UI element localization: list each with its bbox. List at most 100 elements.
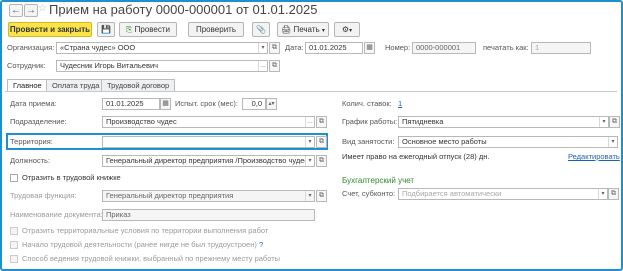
open-link-icon: ⧉ bbox=[319, 157, 324, 164]
position-field[interactable]: Генеральный директор предприятия /Произв… bbox=[102, 155, 315, 167]
ellipsis-icon[interactable]: … bbox=[258, 61, 267, 71]
open-link-icon: ⧉ bbox=[319, 118, 324, 125]
position-value: Генеральный директор предприятия /Произв… bbox=[106, 156, 311, 165]
probation-label: Испыт. срок (мес): bbox=[175, 99, 238, 108]
open-territory-button[interactable]: ⧉ bbox=[316, 136, 327, 148]
post-and-close-button[interactable]: Провести и закрыть bbox=[8, 22, 92, 37]
accounting-section-title: Бухгалтерский учет bbox=[342, 176, 415, 185]
chevron-down-icon[interactable]: ▾ bbox=[305, 137, 314, 147]
ellipsis-icon[interactable]: … bbox=[305, 117, 314, 127]
date-field[interactable]: 01.01.2025 bbox=[305, 42, 363, 54]
employee-label: Сотрудник: bbox=[7, 61, 46, 70]
schedule-value: Пятидневка bbox=[402, 117, 444, 126]
post-label: Провести bbox=[134, 25, 171, 34]
labor-function-field[interactable]: Генеральный директор предприятия ▾ bbox=[102, 190, 315, 202]
chevron-down-icon[interactable]: ▾ bbox=[258, 43, 267, 53]
calendar-icon: ▦ bbox=[162, 100, 169, 107]
organization-label: Организация: bbox=[7, 43, 55, 52]
open-link-icon: ⧉ bbox=[272, 44, 277, 51]
calendar-button[interactable]: ▦ bbox=[364, 42, 375, 54]
account-placeholder: Подбирается автоматически bbox=[402, 189, 502, 198]
department-field[interactable]: Производство чудес… bbox=[102, 116, 315, 128]
printer-icon: 🖨 bbox=[281, 25, 292, 34]
forward-arrow-icon: → bbox=[26, 5, 36, 16]
document-name-label: Наименование документа: bbox=[10, 210, 103, 219]
open-department-button[interactable]: ⧉ bbox=[316, 116, 327, 128]
print-as-label: печатать как: bbox=[483, 43, 529, 52]
territory-label: Территория: bbox=[10, 137, 53, 146]
calendar-icon: ▦ bbox=[366, 44, 373, 51]
open-link-icon: ⧉ bbox=[612, 118, 617, 125]
workbook-method-checkbox[interactable] bbox=[10, 255, 18, 263]
account-label: Счет, субконто: bbox=[342, 189, 396, 198]
save-button[interactable]: 💾 bbox=[97, 22, 115, 37]
show-in-workbook-checkbox[interactable] bbox=[10, 174, 18, 182]
back-arrow-icon: ← bbox=[11, 5, 21, 16]
schedule-field[interactable]: Пятидневка ▾ bbox=[398, 116, 609, 128]
probation-stepper[interactable]: ▴▾ bbox=[266, 98, 277, 110]
career-start-checkbox[interactable] bbox=[10, 241, 18, 249]
employee-field[interactable]: Чудесник Игорь Витальевич … bbox=[56, 60, 268, 72]
open-account-button[interactable]: ⧉ bbox=[608, 188, 619, 200]
check-button[interactable]: Проверить bbox=[188, 22, 244, 37]
account-field[interactable]: Подбирается автоматически ▾ bbox=[398, 188, 608, 200]
chevron-down-icon[interactable]: ▾ bbox=[305, 191, 314, 201]
employment-type-field[interactable]: Основное место работы ▾ bbox=[398, 136, 618, 148]
tab-panel-divider bbox=[5, 91, 617, 92]
gear-icon: ⚙ bbox=[341, 25, 350, 34]
hire-date-label: Дата приема: bbox=[10, 99, 57, 108]
open-labor-function-button[interactable]: ⧉ bbox=[316, 190, 327, 202]
more-actions-button[interactable]: ⚙▾ bbox=[334, 22, 360, 37]
number-field[interactable]: 0000-000001 bbox=[412, 42, 476, 54]
chevron-down-icon[interactable]: ▾ bbox=[598, 189, 607, 199]
paperclip-icon: 📎 bbox=[256, 25, 266, 34]
chevron-down-icon: ▾ bbox=[321, 28, 325, 34]
calendar-button[interactable]: ▦ bbox=[160, 98, 171, 110]
open-organization-button[interactable]: ⧉ bbox=[269, 42, 280, 54]
employment-type-value: Основное место работы bbox=[402, 137, 487, 146]
territory-field[interactable]: ▾ bbox=[102, 136, 315, 148]
edit-vacation-link[interactable]: Редактировать bbox=[568, 151, 620, 163]
forward-button[interactable]: → bbox=[24, 4, 38, 17]
open-link-icon: ⧉ bbox=[319, 138, 324, 145]
position-label: Должность: bbox=[10, 156, 51, 165]
rates-label: Колич. ставок: bbox=[342, 99, 392, 108]
attach-button[interactable]: 📎 bbox=[252, 22, 270, 37]
chevron-down-icon: ▾ bbox=[349, 28, 353, 34]
save-icon: 💾 bbox=[101, 25, 111, 34]
help-icon[interactable]: ? bbox=[259, 240, 263, 249]
back-button[interactable]: ← bbox=[9, 4, 23, 17]
labor-function-label: Трудовая функция: bbox=[10, 191, 77, 200]
probation-field[interactable]: 0,0 bbox=[242, 98, 266, 110]
chevron-down-icon[interactable]: ▾ bbox=[608, 137, 617, 147]
page-title: Прием на работу 0000-000001 от 01.01.202… bbox=[49, 2, 318, 17]
schedule-label: График работы: bbox=[342, 117, 398, 126]
document-name-field[interactable]: Приказ bbox=[102, 209, 315, 221]
territorial-conditions-checkbox[interactable] bbox=[10, 227, 18, 235]
print-button[interactable]: 🖨 Печать ▾ bbox=[277, 22, 329, 37]
open-link-icon: ⧉ bbox=[611, 190, 616, 197]
post-icon: ⎘ bbox=[125, 25, 133, 34]
favorite-star-icon[interactable]: ☆ bbox=[38, 3, 47, 14]
chevron-down-icon[interactable]: ▾ bbox=[599, 117, 608, 127]
open-position-button[interactable]: ⧉ bbox=[316, 155, 327, 167]
show-in-workbook-label: Отразить в трудовой книжке bbox=[22, 173, 121, 182]
open-schedule-button[interactable]: ⧉ bbox=[609, 116, 620, 128]
stepper-icon: ▴▾ bbox=[268, 101, 275, 107]
open-link-icon: ⧉ bbox=[319, 192, 324, 199]
print-as-field[interactable]: 1 bbox=[531, 42, 591, 54]
chevron-down-icon[interactable]: ▾ bbox=[305, 156, 314, 166]
number-label: Номер: bbox=[385, 43, 411, 52]
hire-date-field[interactable]: 01.01.2025 bbox=[102, 98, 160, 110]
rates-link[interactable]: 1 bbox=[398, 98, 402, 110]
organization-value: «Страна чудес» ООО bbox=[60, 43, 136, 52]
employee-value: Чудесник Игорь Витальевич bbox=[60, 61, 159, 70]
department-label: Подразделение: bbox=[10, 117, 67, 126]
open-employee-button[interactable]: ⧉ bbox=[269, 60, 280, 72]
career-start-label: Начало трудовой деятельности (ранее нигд… bbox=[22, 240, 264, 249]
organization-field[interactable]: «Страна чудес» ООО ▾ bbox=[56, 42, 268, 54]
employment-type-label: Вид занятости: bbox=[342, 137, 395, 146]
post-button[interactable]: ⎘ Провести bbox=[119, 22, 177, 37]
date-label: Дата: bbox=[285, 43, 304, 52]
open-link-icon: ⧉ bbox=[272, 62, 277, 69]
